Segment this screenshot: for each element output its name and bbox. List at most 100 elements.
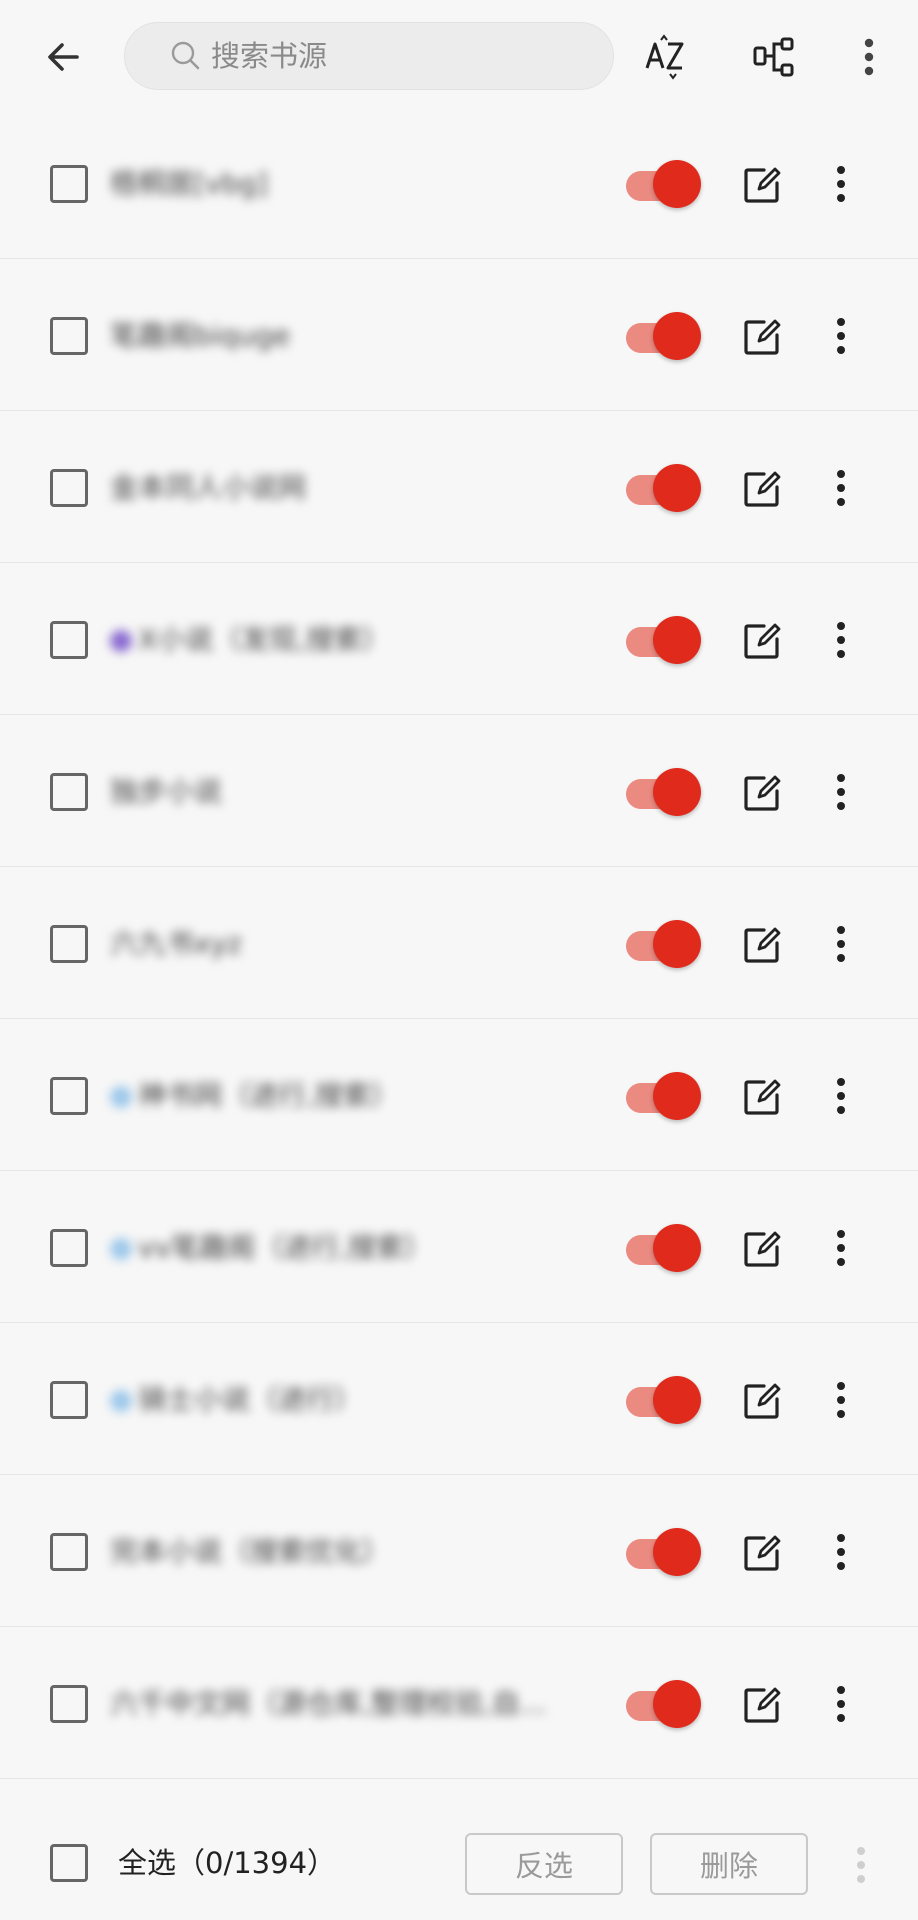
more-vertical-icon xyxy=(837,622,845,658)
edit-button[interactable] xyxy=(740,1531,784,1575)
row-checkbox[interactable] xyxy=(50,1533,88,1571)
row-more-button[interactable] xyxy=(826,161,856,207)
switch-thumb xyxy=(653,1072,701,1120)
sort-az-icon xyxy=(645,34,684,80)
row-checkbox[interactable] xyxy=(50,621,88,659)
source-name-text: 梧桐居[vbg] xyxy=(110,167,268,200)
row-checkbox[interactable] xyxy=(50,1077,88,1115)
row-checkbox[interactable] xyxy=(50,317,88,355)
source-name: 独步小说 xyxy=(110,769,580,815)
enable-switch[interactable] xyxy=(626,160,701,208)
row-checkbox[interactable] xyxy=(50,165,88,203)
bottom-more-button[interactable] xyxy=(848,1840,874,1890)
edit-button[interactable] xyxy=(740,619,784,663)
arrow-left-icon xyxy=(48,43,79,71)
row-more-button[interactable] xyxy=(826,1377,856,1423)
source-name-text: X小说（发现,搜索） xyxy=(138,623,391,656)
source-row[interactable]: 完本小说（搜索优化） xyxy=(0,1475,918,1627)
search-icon xyxy=(169,39,203,73)
edit-icon xyxy=(744,1535,781,1571)
source-name: 完本小说（搜索优化） xyxy=(110,1529,580,1575)
switch-thumb xyxy=(653,616,701,664)
source-row[interactable]: X小说（发现,搜索） xyxy=(0,563,918,715)
source-row[interactable]: 骑士小说（进行） xyxy=(0,1323,918,1475)
source-name-text: 骑士小说（进行） xyxy=(138,1383,363,1416)
source-name-text: 金本同人小说网 xyxy=(110,471,307,504)
row-more-button[interactable] xyxy=(826,769,856,815)
sort-button[interactable] xyxy=(633,22,703,92)
source-row[interactable]: 笔趣阁biquge xyxy=(0,259,918,411)
source-name: 六九书xyz xyxy=(110,921,580,967)
more-vertical-icon xyxy=(837,1382,845,1418)
switch-thumb xyxy=(653,1376,701,1424)
source-row[interactable]: 独步小说 xyxy=(0,715,918,867)
book-source-manager: 梧桐居[vbg] 笔趣阁biquge xyxy=(0,0,918,1920)
edit-icon xyxy=(744,1079,781,1115)
top-app-bar xyxy=(0,0,918,110)
row-more-button[interactable] xyxy=(826,617,856,663)
enable-switch[interactable] xyxy=(626,768,701,816)
edit-button[interactable] xyxy=(740,1075,784,1119)
edit-button[interactable] xyxy=(740,1227,784,1271)
source-row[interactable]: 金本同人小说网 xyxy=(0,411,918,563)
source-name: 六千中文网（源仓库,整理校验,自... xyxy=(110,1681,580,1727)
delete-button[interactable]: 删除 xyxy=(650,1833,808,1895)
more-vertical-icon xyxy=(837,774,845,810)
source-row[interactable]: 神书网（进行,搜索） xyxy=(0,1019,918,1171)
enable-switch[interactable] xyxy=(626,312,701,360)
search-input[interactable] xyxy=(209,38,593,74)
overflow-menu-button[interactable] xyxy=(834,22,904,92)
source-emoji-icon xyxy=(110,1238,132,1260)
enable-switch[interactable] xyxy=(626,616,701,664)
edit-button[interactable] xyxy=(740,923,784,967)
edit-icon xyxy=(744,1687,781,1723)
edit-icon xyxy=(744,927,781,963)
source-name: 骑士小说（进行） xyxy=(110,1377,580,1423)
row-checkbox[interactable] xyxy=(50,773,88,811)
edit-button[interactable] xyxy=(740,467,784,511)
source-name: 笔趣阁biquge xyxy=(110,313,580,359)
enable-switch[interactable] xyxy=(626,1224,701,1272)
row-more-button[interactable] xyxy=(826,313,856,359)
row-more-button[interactable] xyxy=(826,465,856,511)
source-row[interactable]: 六千中文网（源仓库,整理校验,自... xyxy=(0,1627,918,1779)
edit-button[interactable] xyxy=(740,1379,784,1423)
edit-button[interactable] xyxy=(740,315,784,359)
row-more-button[interactable] xyxy=(826,1681,856,1727)
search-box[interactable] xyxy=(124,22,614,90)
group-tree-icon xyxy=(753,37,794,77)
enable-switch[interactable] xyxy=(626,1376,701,1424)
more-vertical-icon xyxy=(837,318,845,354)
row-checkbox[interactable] xyxy=(50,469,88,507)
row-checkbox[interactable] xyxy=(50,925,88,963)
source-name: 金本同人小说网 xyxy=(110,465,580,511)
enable-switch[interactable] xyxy=(626,464,701,512)
row-more-button[interactable] xyxy=(826,921,856,967)
source-name-text: 神书网（进行,搜索） xyxy=(138,1079,399,1112)
edit-button[interactable] xyxy=(740,1683,784,1727)
edit-button[interactable] xyxy=(740,771,784,815)
enable-switch[interactable] xyxy=(626,1072,701,1120)
select-all-checkbox[interactable] xyxy=(50,1844,88,1882)
row-checkbox[interactable] xyxy=(50,1381,88,1419)
row-more-button[interactable] xyxy=(826,1073,856,1119)
row-checkbox[interactable] xyxy=(50,1685,88,1723)
source-emoji-icon xyxy=(110,630,132,652)
source-name-text: 独步小说 xyxy=(110,775,223,808)
group-button[interactable] xyxy=(740,22,810,92)
row-checkbox[interactable] xyxy=(50,1229,88,1267)
select-all-label[interactable]: 全选（0/1394） xyxy=(118,1840,336,1886)
source-row[interactable]: vv笔趣阁（进行,搜索） xyxy=(0,1171,918,1323)
source-row[interactable]: 梧桐居[vbg] xyxy=(0,107,918,259)
invert-selection-button[interactable]: 反选 xyxy=(465,1833,623,1895)
row-more-button[interactable] xyxy=(826,1225,856,1271)
edit-icon xyxy=(744,623,781,659)
enable-switch[interactable] xyxy=(626,1528,701,1576)
back-button[interactable] xyxy=(28,22,98,92)
more-vertical-icon xyxy=(837,926,845,962)
edit-button[interactable] xyxy=(740,163,784,207)
enable-switch[interactable] xyxy=(626,1680,701,1728)
enable-switch[interactable] xyxy=(626,920,701,968)
source-row[interactable]: 六九书xyz xyxy=(0,867,918,1019)
row-more-button[interactable] xyxy=(826,1529,856,1575)
